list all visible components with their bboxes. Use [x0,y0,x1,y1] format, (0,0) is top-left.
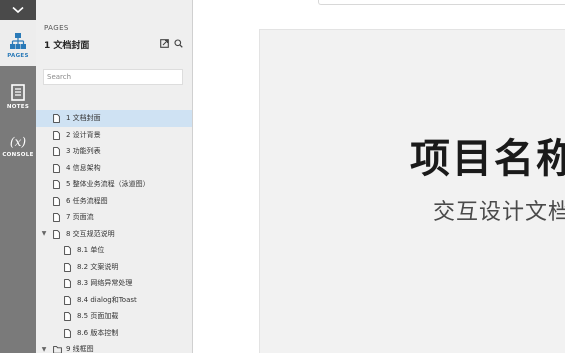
open-in-new-window-icon[interactable] [160,39,169,48]
notes-icon [11,84,25,101]
page-tree: 1 文档封面 2 设计背景 3 功能列表 4 信息架构 5 整体业务流程（泳道图） 6 任… [36,110,192,353]
tree-page-row[interactable]: 3 功能列表 [36,143,192,160]
console-tab-label: CONSOLE [2,152,34,158]
page-icon [64,246,71,255]
page-icon [64,295,71,305]
page-icon [64,262,71,272]
current-page-title: 1 文档封面 [44,41,90,51]
tree-page-row[interactable]: 8.3 网络异常处理 [36,275,192,292]
tree-item-label: 8.1 单位 [77,246,105,255]
notes-tab-label: NOTES [6,104,30,110]
search-input[interactable] [43,69,183,85]
left-icon-rail: PAGES NOTES (x) CONSOLE [0,0,36,353]
page-icon [53,213,60,222]
panel-header: PAGES [44,24,69,32]
tree-page-row[interactable]: 2 设计背景 [36,127,192,144]
page-icon [53,114,60,123]
tree-item-label: 3 功能列表 [66,147,101,156]
chevron-down-icon [12,6,24,14]
tree-page-row[interactable]: 1 文档封面 [36,110,192,127]
tree-item-label: 8.6 版本控制 [77,328,119,337]
collapse-panel-button[interactable] [0,0,36,20]
tree-item-label: 1 文档封面 [66,114,101,123]
tree-page-row[interactable]: 4 信息架构 [36,160,192,177]
page-sheet: 项目名称 交互设计文档 [259,29,565,353]
expand-caret-icon[interactable]: ▼ [40,230,48,237]
tree-folder-row[interactable]: ▼ 9 线框图 [36,341,192,353]
tree-item-label: 9 线框图 [66,345,94,353]
notes-tab[interactable]: NOTES [0,80,36,120]
page-icon [53,229,60,239]
page-icon [64,279,71,288]
page-icon [53,147,60,156]
tree-item-label: 8.4 dialog和Toast [77,295,137,304]
tree-item-label: 7 页面流 [66,213,94,222]
console-tab[interactable]: (x) CONSOLE [0,132,36,172]
tree-item-label: 8 交互规范说明 [66,229,115,238]
page-icon [53,130,60,140]
document-title: 项目名称 [410,136,565,182]
tree-item-label: 6 任务流程图 [66,196,108,205]
app-window: PAGES NOTES (x) CONSOLE PAGES 1 文档封面 Sea… [0,0,565,353]
canvas-area: 项目名称 交互设计文档 [193,0,565,353]
pages-panel: PAGES 1 文档封面 1 文档封面 2 设计背景 3 功能列表 4 信息架构 5 整… [36,0,193,353]
tree-page-row[interactable]: 8.5 页面加载 [36,308,192,325]
page-icon [53,180,60,189]
tree-page-row[interactable]: 8.6 版本控制 [36,325,192,342]
pages-tab-label: PAGES [7,53,29,59]
tree-item-label: 5 整体业务流程（泳道图） [66,180,150,189]
tree-page-row[interactable]: ▼ 8 交互规范说明 [36,226,192,243]
tree-item-label: 8.2 文案说明 [77,262,119,271]
pages-tab[interactable]: PAGES [0,20,36,66]
panel-actions [160,39,183,48]
tree-page-row[interactable]: 8.2 文案说明 [36,259,192,276]
tree-item-label: 8.5 页面加载 [77,312,119,321]
document-subtitle: 交互设计文档 [433,200,565,225]
variable-icon: (x) [9,135,27,149]
expand-caret-icon[interactable]: ▼ [40,346,48,353]
search-page-icon[interactable] [174,39,183,48]
tree-item-label: 2 设计背景 [66,130,101,139]
tree-page-row[interactable]: 6 任务流程图 [36,193,192,210]
page-icon [64,312,71,321]
tree-item-label: 4 信息架构 [66,163,101,172]
page-icon [64,328,71,338]
tree-page-row[interactable]: 7 页面流 [36,209,192,226]
sitemap-icon [10,33,26,49]
tree-page-row[interactable]: 5 整体业务流程（泳道图） [36,176,192,193]
folder-icon [53,346,62,353]
tree-page-row[interactable]: 8.1 单位 [36,242,192,259]
toolbar-edge [318,0,565,5]
tree-item-label: 8.3 网络异常处理 [77,279,133,288]
page-icon [53,196,60,206]
tree-page-row[interactable]: 8.4 dialog和Toast [36,292,192,309]
page-icon [53,163,60,173]
